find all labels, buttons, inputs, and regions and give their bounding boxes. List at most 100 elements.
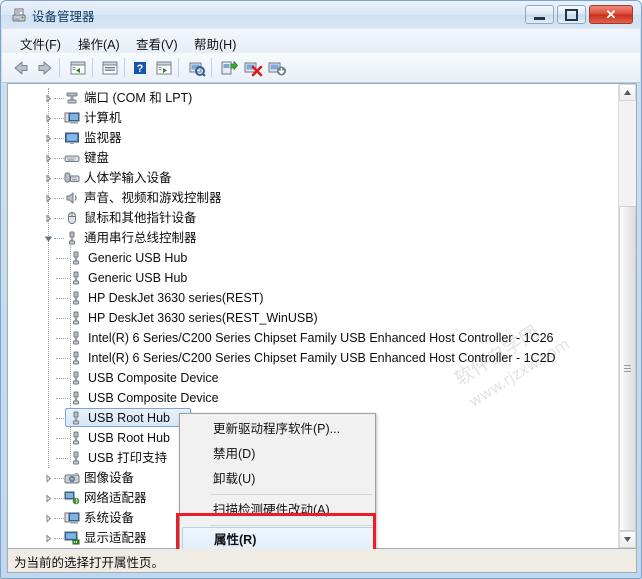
toolbar-separator [211, 58, 212, 77]
context-menu-item-update-driver[interactable]: 更新驱动程序软件(P)... [207, 417, 376, 442]
tree-node-label: Intel(R) 6 Series/C200 Series Chipset Fa… [88, 351, 556, 365]
status-bar: 为当前的选择打开属性页。 [7, 549, 637, 573]
usb-icon [64, 230, 80, 246]
tree-connector [54, 158, 64, 160]
minimize-icon [534, 16, 545, 20]
tree-node-label: USB Root Hub [88, 411, 170, 425]
scan-hardware-icon[interactable] [187, 58, 207, 78]
tree-node-label: 网络适配器 [84, 491, 147, 505]
tree-node-label: 系统设备 [84, 511, 135, 525]
chevron-right-icon[interactable] [44, 194, 53, 203]
tree-connector [56, 358, 68, 360]
tree-node-label: 端口 (COM 和 LPT) [84, 91, 193, 105]
tree-connector [48, 88, 50, 468]
update-driver-icon[interactable] [219, 58, 239, 78]
chevron-right-icon[interactable] [44, 114, 53, 123]
close-button[interactable]: ✕ [589, 5, 633, 24]
usb-device-icon [68, 390, 84, 406]
caret-up-icon [624, 90, 631, 95]
tree-node-label: USB Composite Device [88, 391, 219, 405]
device-manager-window: 设备管理器 ✕ 文件(F) 操作(A) 查看(V) 帮助(H) ? 软件自学网 … [0, 0, 642, 579]
usb-device-icon [68, 450, 84, 466]
usb-device-icon [68, 410, 84, 426]
tree-connector [56, 278, 68, 280]
port-icon [64, 90, 80, 106]
chevron-right-icon[interactable] [44, 534, 53, 543]
usb-device-icon [68, 310, 84, 326]
tree-connector [54, 538, 64, 540]
tree-connector [56, 458, 68, 460]
toolbar-separator [59, 58, 60, 77]
svg-text:?: ? [137, 63, 144, 75]
menu-file[interactable]: 文件(F) [16, 33, 65, 54]
chevron-right-icon[interactable] [44, 474, 53, 483]
enable-device-icon[interactable] [267, 58, 287, 78]
minimize-button[interactable] [525, 5, 554, 24]
tree-node-label: 监视器 [84, 131, 122, 145]
scrollbar-grip-icon [624, 368, 631, 369]
chevron-right-icon[interactable] [44, 494, 53, 503]
tree-node-label: Generic USB Hub [88, 271, 188, 285]
computer-icon [64, 110, 80, 126]
properties-icon[interactable] [100, 58, 120, 78]
status-text: 为当前的选择打开属性页。 [14, 556, 165, 570]
chevron-right-icon[interactable] [44, 154, 53, 163]
hid-icon [64, 170, 80, 186]
display-icon [64, 530, 80, 546]
monitor-icon [64, 130, 80, 146]
tree-node-label: 计算机 [84, 111, 122, 125]
maximize-icon [565, 8, 578, 21]
window-title: 设备管理器 [32, 10, 95, 24]
context-menu-separator [210, 494, 372, 495]
context-menu-item-uninstall[interactable]: 卸载(U) [207, 467, 376, 492]
scroll-up-button[interactable] [619, 84, 636, 101]
menu-help[interactable]: 帮助(H) [190, 33, 240, 54]
context-menu-item-disable[interactable]: 禁用(D) [207, 442, 376, 467]
menu-action[interactable]: 操作(A) [74, 33, 124, 54]
chevron-down-icon[interactable] [44, 234, 53, 243]
sound-icon [64, 190, 80, 206]
toolbar-separator [92, 58, 93, 77]
chevron-right-icon[interactable] [44, 514, 53, 523]
chevron-right-icon[interactable] [44, 134, 53, 143]
usb-device-icon [68, 330, 84, 346]
tree-node-label: 人体学输入设备 [84, 171, 172, 185]
menu-view[interactable]: 查看(V) [132, 33, 182, 54]
toolbar: ? [2, 53, 640, 83]
uninstall-device-icon[interactable] [243, 58, 263, 78]
system-icon [64, 510, 80, 526]
usb-device-icon [68, 250, 84, 266]
tree-node-label: USB 打印支持 [88, 451, 168, 465]
forward-arrow-icon[interactable] [35, 58, 55, 78]
device-manager-icon [10, 6, 28, 24]
scroll-down-button[interactable] [619, 531, 636, 548]
maximize-button[interactable] [557, 5, 586, 24]
console-tree-icon[interactable] [154, 58, 174, 78]
tree-connector [54, 138, 64, 140]
tree-node-label: 通用串行总线控制器 [84, 231, 197, 245]
scrollbar-thumb[interactable] [619, 206, 636, 531]
chevron-right-icon[interactable] [44, 94, 53, 103]
tree-connector [54, 178, 64, 180]
vertical-scrollbar[interactable] [618, 84, 636, 548]
tree-node-label: 键盘 [84, 151, 110, 165]
annotation-highlight-box [176, 513, 376, 552]
show-hidden-tree-icon[interactable] [68, 58, 88, 78]
tree-connector [54, 198, 64, 200]
tree-node-label: 鼠标和其他指针设备 [84, 211, 197, 225]
tree-connector [54, 118, 64, 120]
chevron-right-icon[interactable] [44, 174, 53, 183]
tree-node-label: 显示适配器 [84, 531, 147, 545]
tree-node-label: USB Root Hub [88, 431, 170, 445]
keyboard-icon [64, 150, 80, 166]
back-arrow-icon[interactable] [11, 58, 31, 78]
help-icon[interactable]: ? [130, 58, 150, 78]
tree-connector [54, 218, 64, 220]
chevron-right-icon[interactable] [44, 214, 53, 223]
tree-connector [56, 298, 68, 300]
tree-connector [56, 438, 68, 440]
mouse-icon [64, 210, 80, 226]
tree-node-label: USB Composite Device [88, 371, 219, 385]
tree-node-label: HP DeskJet 3630 series(REST_WinUSB) [88, 311, 318, 325]
title-bar[interactable]: 设备管理器 ✕ [1, 1, 641, 29]
